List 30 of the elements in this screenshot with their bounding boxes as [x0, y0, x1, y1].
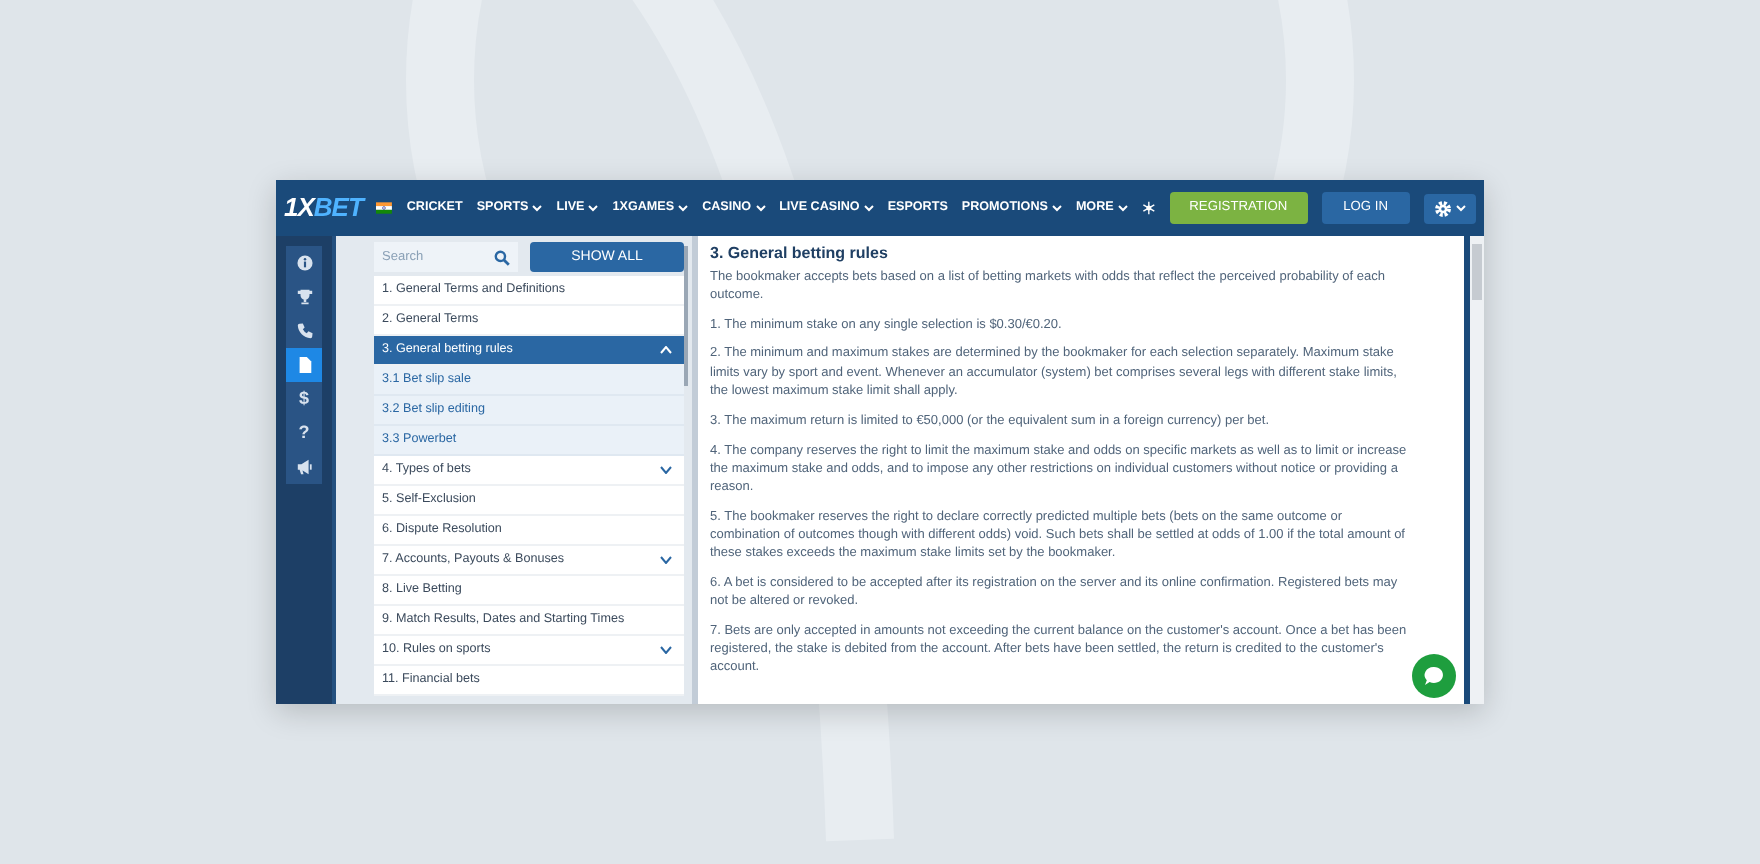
sidebar-item[interactable]: ? — [286, 416, 322, 450]
caret-icon — [863, 204, 874, 212]
caret-icon — [1117, 204, 1128, 212]
chevron-icon — [660, 646, 672, 654]
chevron-icon — [660, 466, 672, 474]
megaphone-icon — [295, 458, 313, 476]
article-title: 3. General betting rules — [710, 244, 890, 264]
settings-icon — [1434, 199, 1452, 217]
caret-icon — [1456, 204, 1466, 212]
caret-icon — [532, 204, 543, 212]
search-icon — [494, 249, 510, 265]
settings-button[interactable] — [1424, 193, 1476, 223]
sidebar-item[interactable]: $ — [286, 382, 322, 416]
caret-icon — [1051, 204, 1062, 212]
info-icon — [295, 254, 313, 272]
scrollbar-thumb[interactable] — [684, 246, 688, 386]
flag-icon[interactable] — [376, 198, 393, 218]
chevron-icon — [660, 556, 672, 564]
phone-icon — [295, 322, 313, 340]
caret-icon — [678, 204, 689, 212]
chat-icon — [1422, 664, 1446, 688]
trophy-icon — [295, 288, 313, 306]
sidebar-item[interactable] — [286, 348, 322, 382]
caret-icon — [588, 204, 599, 212]
chevron-icon — [660, 346, 672, 354]
caret-icon — [755, 204, 766, 212]
scrollbar-thumb[interactable] — [1472, 244, 1482, 300]
document-icon — [295, 356, 313, 374]
logo[interactable]: 1XBET — [284, 188, 363, 228]
snowflake-icon[interactable] — [1141, 196, 1156, 220]
